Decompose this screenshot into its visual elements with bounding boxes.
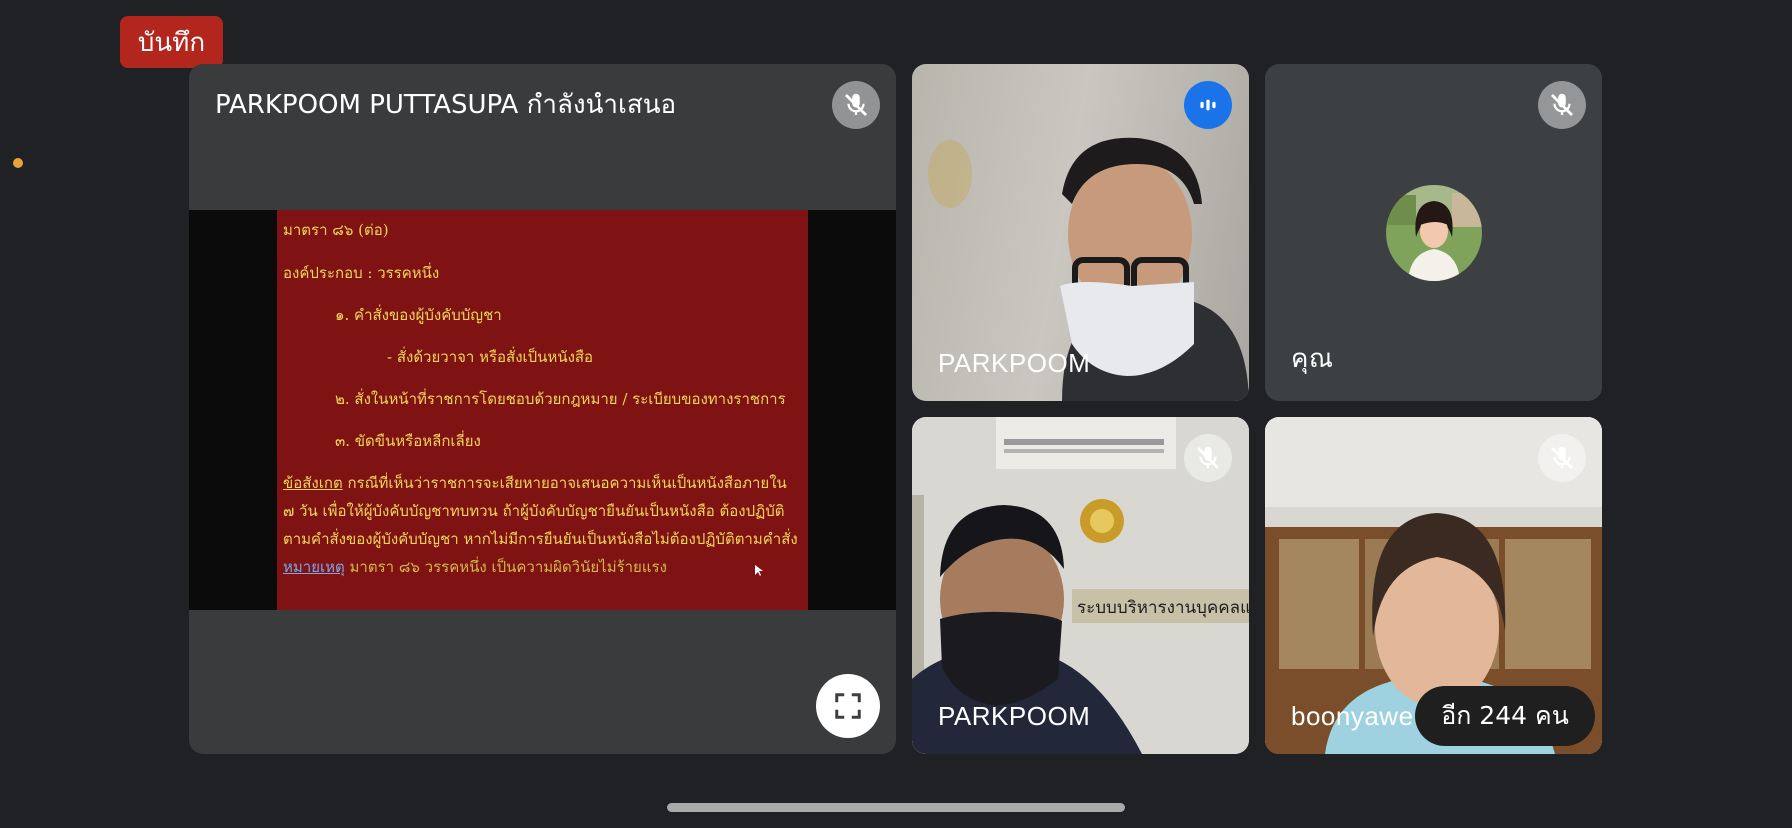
participant-tile[interactable]: ระบบบริหารงานบุคคลและนิติ PARKPOOM [912,417,1249,754]
home-indicator-bar[interactable] [667,803,1125,812]
slide-item-1-sub: - สั่งด้วยวาจา หรือสั่งเป็นหนังสือ [387,348,594,366]
slide-remark-line: หมายเหตุ มาตรา ๘๖ วรรคหนึ่ง เป็นความผิดว… [283,555,667,579]
fullscreen-icon [835,693,861,719]
slide-note-line-3: ตามคำสั่งของผู้บังคับบัญชา หากไม่มีการยื… [283,530,798,548]
slide-item-2: ๒. สั่งในหน้าที่ราชการโดยชอบด้วยกฎหมาย /… [335,390,786,408]
slide-note-line-2: ๗ วัน เพื่อให้ผู้บังคับบัญชาทบทวน ถ้าผู้… [283,502,785,520]
recording-badge: บันทึก [120,16,223,68]
mic-off-icon [1538,81,1586,129]
participant-tile[interactable]: PARKPOOM [912,64,1249,401]
slide-remark-text: มาตรา ๘๖ วรรคหนึ่ง เป็นความผิดวินัยไม่ร้… [344,558,667,576]
status-indicator-dot [13,158,23,168]
slide-item-3: ๓. ขัดขืนหรือหลีกเลี่ยง [335,432,481,450]
slide: มาตรา ๘๖ (ต่อ) องค์ประกอบ : วรรคหนึ่ง ๑.… [277,210,808,610]
participant-name: PARKPOOM [938,348,1091,378]
slide-note-label: ข้อสังเกต [283,474,343,492]
mic-off-icon [832,81,880,129]
more-participants-button[interactable]: อีก 244 คน [1415,686,1595,746]
slide-remark-label: หมายเหตุ [283,558,345,576]
slide-note-line-1: ข้อสังเกต กรณีที่เห็นว่าราชการจะเสียหายอ… [283,471,787,495]
mic-off-icon [1538,434,1586,482]
shared-screen: มาตรา ๘๖ (ต่อ) องค์ประกอบ : วรรคหนึ่ง ๑.… [189,210,896,610]
slide-elements-label: องค์ประกอบ : วรรคหนึ่ง [283,264,440,282]
audio-level-icon [1184,81,1232,129]
presentation-tile[interactable]: PARKPOOM PUTTASUPA กำลังนำเสนอ มาตรา ๘๖ … [189,64,896,754]
mic-off-icon [1184,434,1232,482]
cursor-icon [755,565,763,576]
presenter-title: PARKPOOM PUTTASUPA กำลังนำเสนอ [215,90,677,120]
svg-text:ระบบบริหารงานบุคคลและนิติ: ระบบบริหารงานบุคคลและนิติ [1077,598,1249,618]
participant-name: คุณ [1291,344,1334,374]
slide-note-text-1: กรณีที่เห็นว่าราชการจะเสียหายอาจเสนอความ… [342,474,787,492]
avatar [1386,185,1482,281]
slide-item-1: ๑. คำสั่งของผู้บังคับบัญชา [335,306,502,324]
participant-name: boonyawe [1291,701,1414,731]
slide-heading: มาตรา ๘๖ (ต่อ) [283,221,389,239]
participant-name: PARKPOOM [938,701,1091,731]
fullscreen-button[interactable] [816,674,880,738]
